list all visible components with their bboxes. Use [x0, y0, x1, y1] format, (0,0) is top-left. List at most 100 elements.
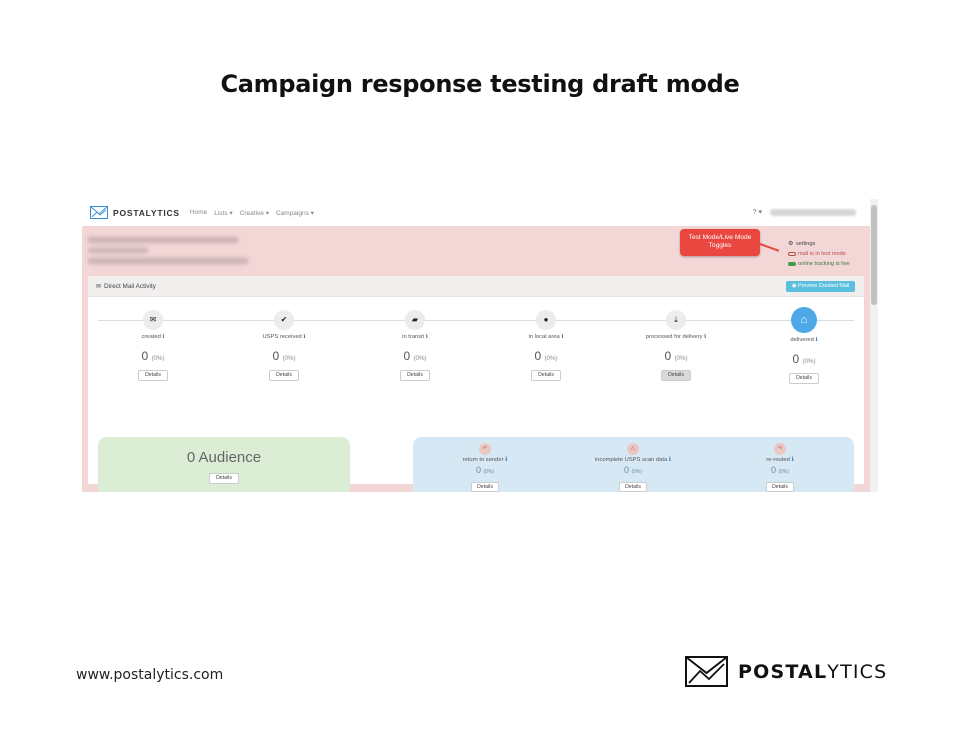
re-routed: ↷ re-routed ℹ 0 (0%) Details — [710, 443, 850, 492]
stage-in-local-area: ● in local area ℹ 0 (0%) Details — [496, 310, 596, 381]
mode-panel: ⚙ settings mail is in test mode online t… — [788, 239, 850, 269]
info-icon[interactable]: ℹ — [816, 337, 818, 343]
stage-processed-for-delivery: ⤓ processed for delivery ℹ 0 (0%) Detail… — [626, 310, 726, 381]
tracking-line — [98, 320, 854, 321]
audience-details-button[interactable]: Details — [209, 473, 239, 484]
return-to-sender: ↶ return to sender ℹ 0 (0%) Details — [415, 443, 555, 492]
info-icon[interactable]: ℹ — [561, 334, 563, 340]
return-label: return to sender — [462, 457, 504, 463]
app-navbar: POSTALYTICS Home Lists ▾ Creative ▾ Camp… — [82, 199, 870, 226]
stage-count: 0 — [664, 349, 672, 363]
footer-brand: POSTALYTICS — [738, 661, 887, 683]
stage-label: created — [141, 334, 161, 340]
home-icon: ⌂ — [791, 307, 817, 333]
check-icon: ✔ — [274, 310, 294, 330]
stage-label: USPS received — [262, 334, 302, 340]
stage-count: 0 — [272, 349, 280, 363]
toggle-on-icon — [788, 262, 796, 266]
stage-label: in local area — [528, 334, 560, 340]
footer-url[interactable]: www.postalytics.com — [76, 667, 223, 683]
stage-count: 0 — [534, 349, 542, 363]
return-count: 0 — [475, 465, 481, 475]
campaign-date-blurred — [88, 258, 248, 264]
preview-created-mail-button[interactable]: ◉ Preview Created Mail — [786, 281, 855, 292]
info-icon[interactable]: ℹ — [505, 457, 507, 463]
settings-label: settings — [796, 241, 816, 247]
stage-label: in transit — [402, 334, 425, 340]
stage-percent: (0%) — [151, 355, 165, 362]
online-tracking-toggle[interactable]: online tracking is live — [788, 259, 850, 269]
app-screenshot: POSTALYTICS Home Lists ▾ Creative ▾ Camp… — [82, 199, 878, 492]
audience-panel: 0 Audience Details — [98, 437, 350, 492]
return-label: re-routed — [766, 457, 790, 463]
stage-count: 0 — [403, 349, 411, 363]
incomplete-usps-scan-data: ⚠ incomplete USPS scan data ℹ 0 (0%) Det… — [563, 443, 703, 492]
footer-logo: POSTALYTICS — [685, 656, 887, 687]
return-count: 0 — [623, 465, 629, 475]
direct-mail-activity-card: ✉ Direct Mail Activity ◉ Preview Created … — [88, 276, 864, 492]
envelope-chart-icon — [685, 656, 728, 687]
postalytics-logo-icon[interactable] — [90, 206, 108, 219]
scrollbar[interactable] — [870, 199, 878, 492]
campaign-name-blurred — [88, 237, 238, 243]
return-label: incomplete USPS scan data — [594, 457, 668, 463]
stage-label: delivered — [790, 337, 814, 343]
page-title: Campaign response testing draft mode — [220, 70, 740, 98]
audience-count: 0 Audience — [186, 449, 262, 466]
stage-percent: (0%) — [282, 355, 296, 362]
card-header: ✉ Direct Mail Activity ◉ Preview Created … — [88, 276, 864, 297]
stage-usps-received: ✔ USPS received ℹ 0 (0%) Details — [234, 310, 334, 381]
test-mode-toggle[interactable]: mail is in test mode — [788, 249, 850, 259]
details-button[interactable]: Details — [661, 370, 691, 381]
online-tracking-label: online tracking is live — [798, 261, 850, 267]
info-icon[interactable]: ℹ — [791, 457, 793, 463]
stage-count: 0 — [792, 352, 800, 366]
stage-count: 0 — [141, 349, 149, 363]
details-button[interactable]: Details — [619, 482, 647, 492]
stage-delivered: ⌂ delivered ℹ 0 (0%) Details — [754, 307, 854, 384]
download-icon: ⤓ — [666, 310, 686, 330]
footer-brand-bold: POSTAL — [738, 660, 828, 683]
return-percent: (0%) — [778, 469, 790, 475]
details-button[interactable]: Details — [269, 370, 299, 381]
info-icon[interactable]: ℹ — [704, 334, 706, 340]
nav-home[interactable]: Home — [190, 209, 207, 217]
scroll-thumb[interactable] — [871, 205, 877, 305]
nav-lists[interactable]: Lists ▾ — [214, 209, 232, 217]
mode-toggle-callout: Test Mode/Live Mode Toggles — [680, 229, 760, 256]
stage-in-transit: ▰ in transit ℹ 0 (0%) Details — [365, 310, 465, 381]
card-title: Direct Mail Activity — [104, 282, 156, 290]
info-icon[interactable]: ℹ — [426, 334, 428, 340]
test-mode-zone: Test Mode/Live Mode Toggles ⚙ settings m… — [82, 226, 870, 492]
nav-campaigns[interactable]: Campaigns ▾ — [276, 209, 314, 217]
returns-panel: ↶ return to sender ℹ 0 (0%) Details ⚠ in… — [413, 437, 854, 492]
details-button[interactable]: Details — [766, 482, 794, 492]
return-percent: (0%) — [631, 469, 643, 475]
details-button[interactable]: Details — [400, 370, 430, 381]
stage-percent: (0%) — [802, 358, 816, 365]
stage-label: processed for delivery — [645, 334, 703, 340]
nav-brand[interactable]: POSTALYTICS — [113, 208, 180, 218]
footer-brand-light: YTICS — [827, 660, 888, 683]
return-percent: (0%) — [483, 469, 495, 475]
stage-created: ✉ created ℹ 0 (0%) Details — [103, 310, 203, 381]
info-icon[interactable]: ℹ — [669, 457, 671, 463]
gear-icon: ⚙ — [788, 241, 794, 247]
details-button[interactable]: Details — [531, 370, 561, 381]
stage-percent: (0%) — [544, 355, 558, 362]
details-button[interactable]: Details — [138, 370, 168, 381]
details-button[interactable]: Details — [789, 373, 819, 384]
settings-link[interactable]: ⚙ settings — [788, 239, 850, 249]
nav-creative[interactable]: Creative ▾ — [240, 209, 269, 217]
envelope-icon: ✉ — [143, 310, 163, 330]
callout-arrow — [759, 243, 780, 252]
info-icon[interactable]: ℹ — [162, 334, 164, 340]
campaign-detail-blurred — [88, 248, 148, 253]
help-icon[interactable]: ? ▾ — [753, 208, 762, 216]
stage-percent: (0%) — [413, 355, 427, 362]
details-button[interactable]: Details — [471, 482, 499, 492]
user-menu[interactable] — [770, 208, 856, 216]
stage-percent: (0%) — [674, 355, 688, 362]
redo-icon: ↷ — [774, 443, 786, 455]
info-icon[interactable]: ℹ — [303, 334, 305, 340]
